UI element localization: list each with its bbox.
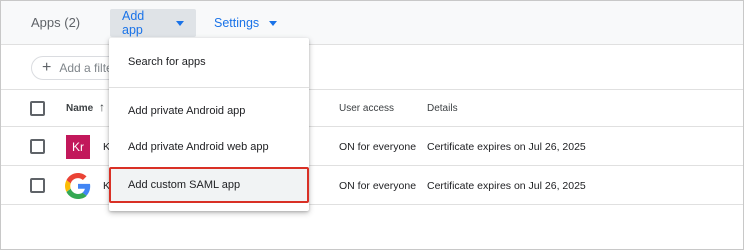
sort-arrow-up-icon[interactable]: ↑	[99, 100, 105, 114]
menu-item-search-for-apps[interactable]: Search for apps	[109, 44, 309, 80]
row-checkbox[interactable]	[30, 178, 45, 193]
plus-icon: +	[42, 59, 52, 76]
add-app-label: Add app	[122, 9, 145, 37]
column-header-user-access: User access	[339, 103, 395, 114]
column-header-name[interactable]: Name	[66, 103, 93, 114]
page-title: Apps (2)	[31, 15, 81, 30]
app-logo-kr: Kr	[66, 135, 90, 159]
add-app-button[interactable]: Add app	[110, 9, 196, 37]
user-access-value: ON for everyone	[339, 141, 417, 153]
menu-item-add-custom-saml-app[interactable]: Add custom SAML app	[109, 167, 309, 203]
details-value: Certificate expires on Jul 26, 2025	[427, 141, 586, 153]
add-app-menu: Search for apps Add private Android app …	[109, 38, 309, 211]
settings-label: Settings	[214, 16, 260, 30]
menu-divider	[109, 87, 309, 88]
caret-down-icon	[269, 21, 278, 26]
row-checkbox[interactable]	[30, 139, 45, 154]
app-frame: Apps (2) Add app Settings + Add a filter…	[0, 0, 744, 250]
menu-item-add-private-android-web-app[interactable]: Add private Android web app	[109, 129, 309, 165]
select-all-checkbox[interactable]	[30, 101, 45, 116]
details-value: Certificate expires on Jul 26, 2025	[427, 180, 586, 192]
menu-item-add-private-android-app[interactable]: Add private Android app	[109, 93, 309, 129]
user-access-value: ON for everyone	[339, 180, 417, 192]
caret-down-icon	[176, 21, 184, 26]
column-header-details: Details	[427, 103, 458, 114]
settings-button[interactable]: Settings	[202, 9, 289, 37]
google-logo-icon	[65, 173, 91, 199]
